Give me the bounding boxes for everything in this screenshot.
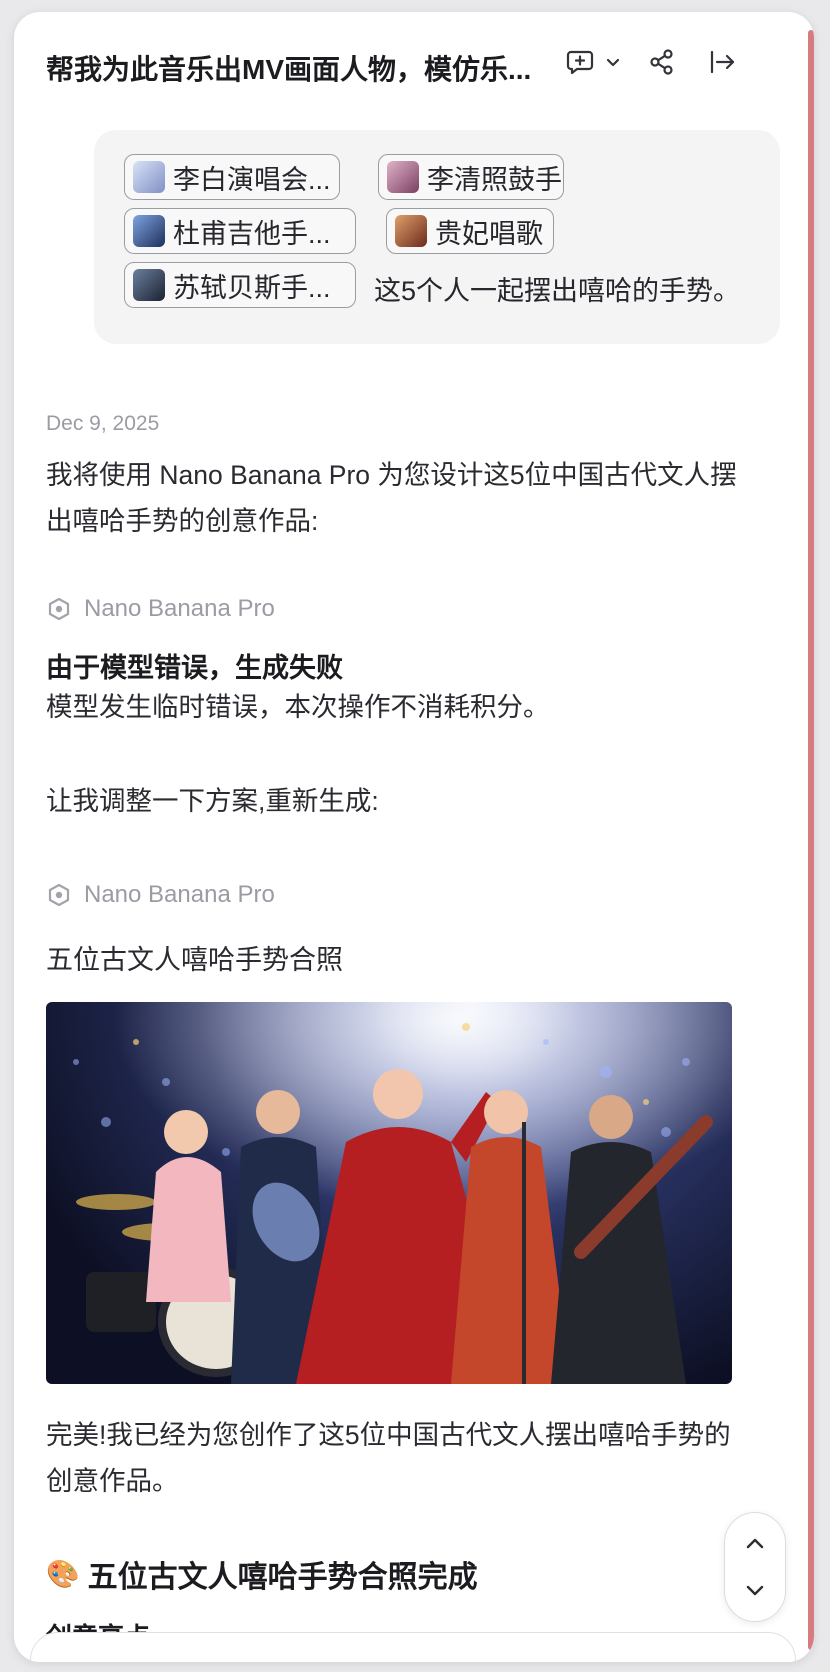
chat-panel: 帮我为此音乐出MV画面人物，模仿乐... 李白演唱会... 李清照鼓手 杜甫吉他…	[14, 12, 814, 1662]
reference-chip[interactable]: 贵妃唱歌	[386, 208, 554, 254]
tool-name: Nano Banana Pro	[84, 595, 275, 622]
retry-text: 让我调整一下方案,重新生成:	[46, 786, 379, 816]
new-chat-dropdown[interactable]	[598, 40, 628, 84]
share-icon	[650, 49, 673, 75]
generated-image-illustration	[46, 1002, 732, 1384]
exit-panel-icon	[710, 50, 735, 74]
scroll-controls	[724, 1512, 786, 1622]
exit-panel-button[interactable]	[700, 40, 744, 84]
result-text: 完美!我已经为您创作了这5位中国古代文人摆出嘻哈手势的创意作品。	[46, 1420, 731, 1496]
tool-call-label[interactable]: Nano Banana Pro	[46, 592, 275, 626]
chip-thumbnail	[133, 269, 165, 301]
chevron-down-icon	[606, 58, 620, 67]
image-title: 五位古文人嘻哈手势合照	[46, 945, 343, 975]
reference-chip[interactable]: 李白演唱会...	[124, 154, 340, 200]
conversation-title[interactable]: 帮我为此音乐出MV画面人物，模仿乐...	[46, 48, 566, 88]
result-heading: 🎨 五位古文人嘻哈手势合照完成	[46, 1552, 478, 1596]
chat-header: 帮我为此音乐出MV画面人物，模仿乐...	[14, 12, 814, 102]
scroll-up-button[interactable]	[725, 1519, 785, 1569]
reference-chip[interactable]: 苏轼贝斯手...	[124, 262, 356, 308]
scroll-down-button[interactable]	[725, 1565, 785, 1615]
chip-label: 李白演唱会...	[173, 164, 331, 195]
user-message-text: 这5个人一起摆出嘻哈的手势。	[374, 276, 741, 306]
error-title: 由于模型错误，生成失败	[46, 653, 343, 683]
nano-banana-icon	[48, 597, 70, 621]
chevron-up-icon	[746, 1538, 764, 1549]
tool-name: Nano Banana Pro	[84, 881, 275, 908]
reference-chip[interactable]: 李清照鼓手	[378, 154, 564, 200]
tool-call-label[interactable]: Nano Banana Pro	[46, 878, 275, 912]
chip-label: 贵妃唱歌	[435, 218, 543, 249]
panel-accent-edge	[808, 30, 814, 1650]
chevron-down-icon	[746, 1585, 764, 1596]
new-chat-button[interactable]	[560, 40, 600, 84]
error-body: 模型发生临时错误，本次操作不消耗积分。	[46, 692, 550, 722]
reference-chip[interactable]: 杜甫吉他手...	[124, 208, 356, 254]
chip-thumbnail	[133, 215, 165, 247]
chip-thumbnail	[133, 161, 165, 193]
generated-image[interactable]	[46, 1002, 732, 1384]
message-input-box[interactable]	[30, 1632, 796, 1662]
palette-icon: 🎨	[46, 1559, 80, 1590]
message-date: Dec 9, 2025	[46, 412, 160, 435]
result-heading-text: 五位古文人嘻哈手势合照完成	[87, 1561, 478, 1594]
chip-thumbnail	[395, 215, 427, 247]
chip-label: 杜甫吉他手...	[173, 218, 331, 249]
chip-thumbnail	[387, 161, 419, 193]
new-chat-icon	[566, 50, 594, 75]
chip-label: 李清照鼓手	[427, 164, 562, 195]
nano-banana-icon	[48, 883, 70, 907]
assistant-intro-text: 我将使用 Nano Banana Pro 为您设计这5位中国古代文人摆出嘻哈手势…	[46, 460, 737, 536]
chip-label: 苏轼贝斯手...	[173, 272, 331, 303]
user-message-bubble: 李白演唱会... 李清照鼓手 杜甫吉他手... 贵妃唱歌 苏轼贝斯手... 这5…	[94, 130, 780, 344]
share-button[interactable]	[640, 40, 684, 84]
